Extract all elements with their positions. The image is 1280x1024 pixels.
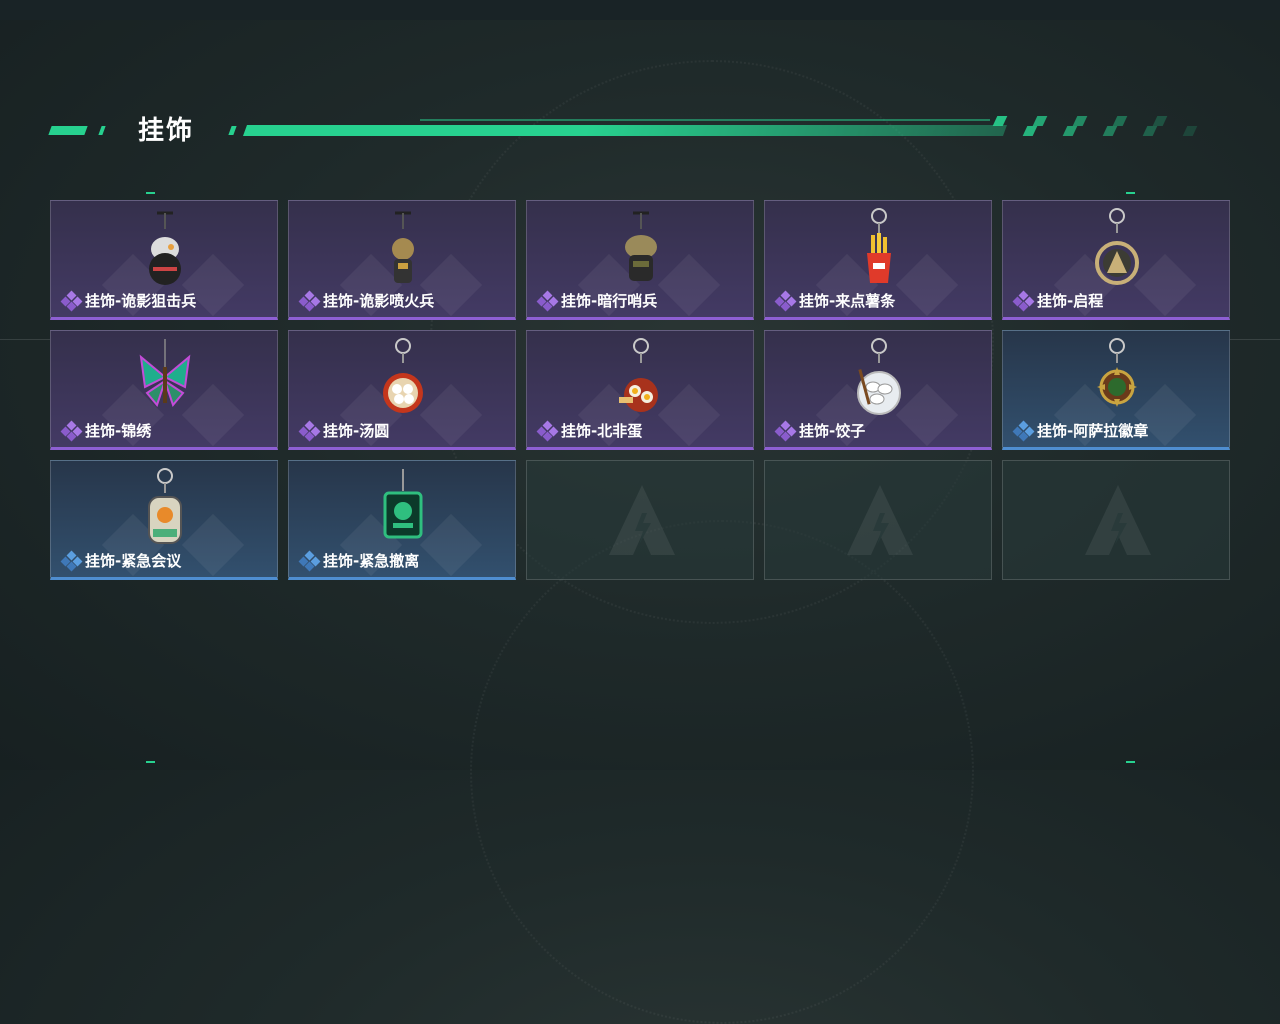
fries-charm-icon (867, 208, 891, 283)
empty-slot-logo-icon (609, 485, 675, 555)
charm-name: 挂饰-启程 (1037, 292, 1104, 310)
charm-name: 挂饰-汤圆 (323, 422, 390, 440)
tangyuan-bowl-charm-icon (383, 338, 423, 413)
charm-name: 挂饰-紧急会议 (85, 552, 182, 570)
charm-label: 挂饰-紧急会议 (60, 550, 182, 571)
header-accent-dash (48, 126, 88, 135)
background-ring-lower (470, 520, 974, 1024)
empty-slot-logo-icon (1085, 485, 1151, 555)
rarity-gem-icon (1012, 420, 1035, 441)
charm-label: 挂饰-来点薯条 (774, 290, 896, 311)
charm-name: 挂饰-饺子 (799, 422, 866, 440)
charm-name: 挂饰-诡影狙击兵 (85, 292, 197, 310)
charm-card[interactable]: 挂饰-饺子 (764, 330, 992, 450)
emergency-evac-charm-icon (383, 469, 423, 539)
left-divider (0, 339, 50, 340)
charm-card[interactable]: 挂饰-紧急会议 (50, 460, 278, 580)
rarity-gem-icon (60, 420, 83, 441)
rarity-gem-icon (298, 550, 321, 571)
charm-name: 挂饰-来点薯条 (799, 292, 896, 310)
rarity-gem-icon (298, 290, 321, 311)
charm-card[interactable]: 挂饰-锦绣 (50, 330, 278, 450)
charm-card[interactable]: 挂饰-汤圆 (288, 330, 516, 450)
shakshuka-charm-icon (619, 338, 658, 412)
charm-card[interactable]: 挂饰-阿萨拉徽章 (1002, 330, 1230, 450)
charm-label: 挂饰-紧急撤离 (298, 550, 420, 571)
charm-label: 挂饰-诡影喷火兵 (298, 290, 435, 311)
header-accent-bar (242, 125, 1008, 136)
empty-charm-slot[interactable] (764, 460, 992, 580)
charm-card[interactable]: 挂饰-北非蛋 (526, 330, 754, 450)
charm-name: 挂饰-紧急撤离 (323, 552, 420, 570)
charm-name: 挂饰-锦绣 (85, 422, 152, 440)
rarity-gem-icon (536, 290, 559, 311)
charm-card[interactable]: 挂饰-来点薯条 (764, 200, 992, 320)
header-thin-line (420, 119, 990, 121)
dumpling-plate-charm-icon (857, 338, 901, 415)
medallion-charm-icon (1095, 208, 1139, 285)
corner-mark-bottom-left (146, 761, 155, 763)
rarity-gem-icon (774, 420, 797, 441)
charm-card[interactable]: 挂饰-启程 (1002, 200, 1230, 320)
rarity-gem-icon (298, 420, 321, 441)
corner-mark-top-right (1126, 192, 1135, 194)
rarity-gem-icon (60, 290, 83, 311)
empty-charm-slot[interactable] (1002, 460, 1230, 580)
charm-card[interactable]: 挂饰-紧急撤离 (288, 460, 516, 580)
flamethrower-figure-charm-icon (392, 211, 414, 283)
charm-label: 挂饰-汤圆 (298, 420, 390, 441)
rarity-gem-icon (774, 290, 797, 311)
empty-slot-logo-icon (847, 485, 913, 555)
top-bar (0, 0, 1280, 20)
charm-name: 挂饰-暗行哨兵 (561, 292, 658, 310)
emergency-meeting-charm-icon (148, 468, 182, 544)
charm-label: 挂饰-北非蛋 (536, 420, 643, 441)
corner-mark-top-left (146, 192, 155, 194)
charm-label: 挂饰-暗行哨兵 (536, 290, 658, 311)
charm-label: 挂饰-锦绣 (60, 420, 152, 441)
charm-label: 挂饰-启程 (1012, 290, 1104, 311)
rarity-gem-icon (536, 420, 559, 441)
charm-card[interactable]: 挂饰-暗行哨兵 (526, 200, 754, 320)
header-checker-pattern (992, 116, 1200, 136)
charm-label: 挂饰-饺子 (774, 420, 866, 441)
charm-card[interactable]: 挂饰-诡影狙击兵 (50, 200, 278, 320)
rarity-gem-icon (60, 550, 83, 571)
sentinel-figure-charm-icon (625, 211, 657, 281)
charm-label: 挂饰-诡影狙击兵 (60, 290, 197, 311)
charm-name: 挂饰-北非蛋 (561, 422, 643, 440)
right-divider (1230, 339, 1280, 340)
butterfly-charm-icon (139, 339, 191, 408)
header-accent-dash-small (98, 126, 106, 135)
sniper-figure-charm-icon (149, 211, 181, 285)
corner-mark-bottom-right (1126, 761, 1135, 763)
charm-label: 挂饰-阿萨拉徽章 (1012, 420, 1149, 441)
charm-name: 挂饰-阿萨拉徽章 (1037, 422, 1149, 440)
empty-charm-slot[interactable] (526, 460, 754, 580)
header-accent-dash-small-2 (228, 126, 237, 135)
asala-badge-charm-icon (1097, 338, 1137, 407)
page-title: 挂饰 (138, 116, 195, 146)
charm-card[interactable]: 挂饰-诡影喷火兵 (288, 200, 516, 320)
rarity-gem-icon (1012, 290, 1035, 311)
charm-name: 挂饰-诡影喷火兵 (323, 292, 435, 310)
